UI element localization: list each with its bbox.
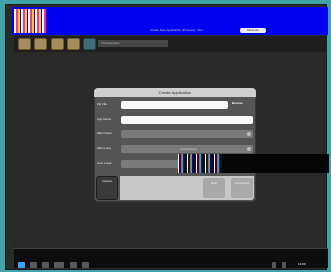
render-glitch-dark bbox=[222, 154, 329, 173]
zip-file-input[interactable] bbox=[121, 101, 228, 109]
save-icon[interactable] bbox=[51, 38, 64, 50]
folder-icon[interactable] bbox=[18, 38, 31, 50]
cancel-button[interactable]: Cancel bbox=[96, 176, 118, 200]
browse-button[interactable]: Browse bbox=[232, 101, 243, 105]
terminal-icon[interactable] bbox=[83, 38, 96, 50]
user-level-label: User Level bbox=[97, 161, 112, 165]
next-button[interactable]: Next bbox=[203, 178, 225, 198]
path-display[interactable]: /Configuration bbox=[98, 40, 168, 47]
user-level-select[interactable] bbox=[121, 160, 181, 168]
taskbar-app-icon[interactable] bbox=[82, 262, 89, 268]
dialog-title: Create Application bbox=[94, 88, 256, 97]
chevron-down-icon bbox=[247, 147, 251, 151]
tray-icon[interactable] bbox=[282, 262, 286, 268]
create-app-button[interactable]: Create App bbox=[231, 178, 253, 198]
app-logo-icon bbox=[14, 9, 46, 33]
refresh-icon[interactable] bbox=[67, 38, 80, 50]
taskbar-app-icon[interactable] bbox=[70, 262, 77, 268]
main-class-select[interactable] bbox=[121, 130, 253, 138]
taskbar-app-icon[interactable] bbox=[54, 262, 64, 268]
main-lang-value: Java(default) bbox=[179, 147, 198, 151]
main-lang-label: Main Lang bbox=[97, 146, 112, 150]
taskbar-clock: 12:00 bbox=[298, 262, 306, 266]
main-lang-select[interactable]: Java(default) bbox=[121, 145, 253, 153]
app-name-label: App Name bbox=[97, 117, 112, 121]
tray-icon[interactable] bbox=[272, 262, 276, 268]
minimize-button[interactable]: Minimize bbox=[240, 28, 266, 33]
open-icon[interactable] bbox=[34, 38, 47, 50]
window-title: Create New Application (Process) - Sun bbox=[150, 28, 203, 32]
taskbar-app-icon[interactable] bbox=[42, 262, 49, 268]
app-name-input[interactable] bbox=[121, 116, 253, 124]
main-class-label: Main Class bbox=[97, 131, 112, 135]
chevron-down-icon bbox=[247, 132, 251, 136]
start-icon[interactable] bbox=[18, 262, 25, 268]
zip-file-label: Zip File bbox=[97, 102, 107, 106]
taskbar-app-icon[interactable] bbox=[30, 262, 37, 268]
